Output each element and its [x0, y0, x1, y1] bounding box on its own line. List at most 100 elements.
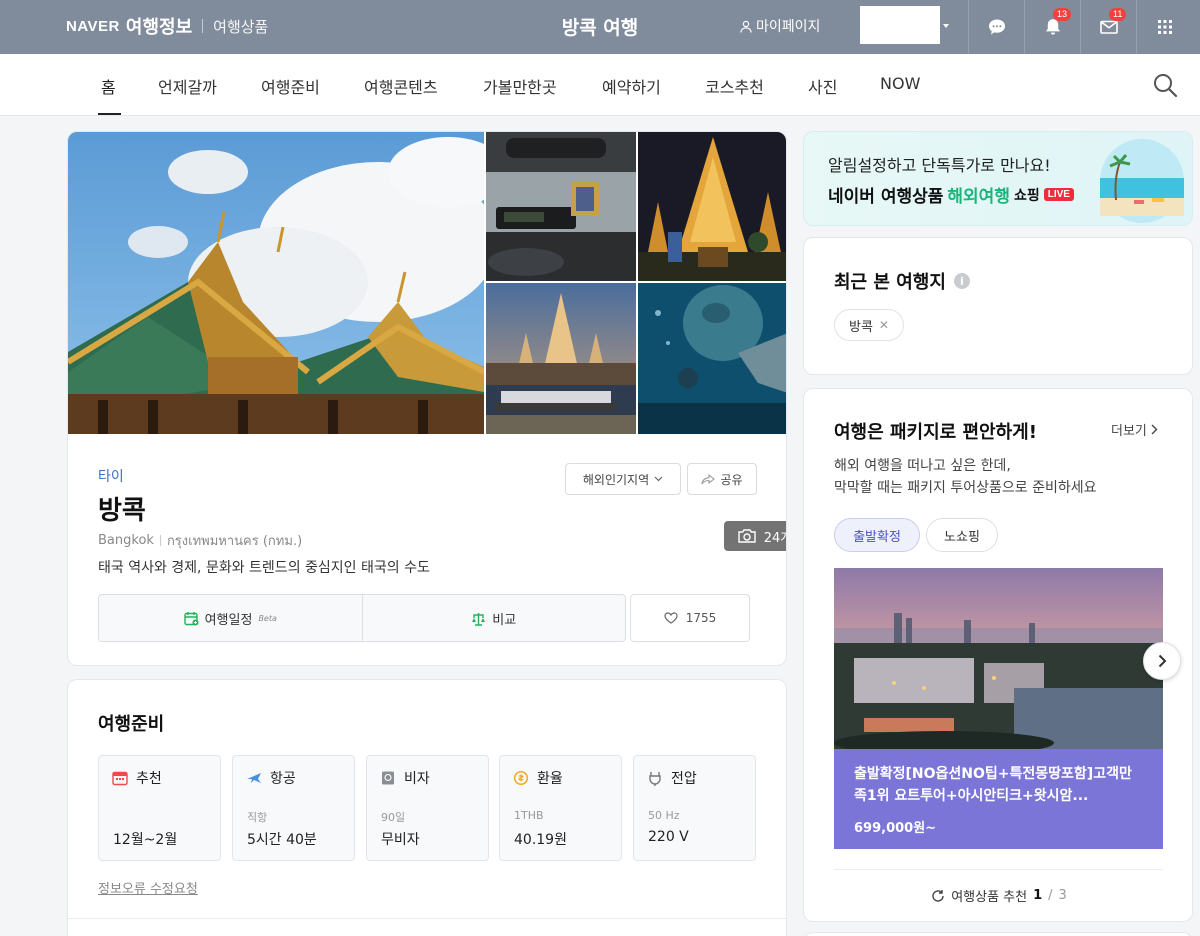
- info-box-sub: 50 Hz: [648, 809, 680, 822]
- active-tab-indicator: [98, 113, 121, 115]
- banner-suffix: 쇼핑: [1013, 187, 1040, 204]
- page-title: 방콕 여행: [561, 17, 639, 39]
- account-box[interactable]: [860, 6, 940, 44]
- apps-grid-icon: [1157, 20, 1172, 34]
- info-box-title: 환율: [537, 771, 563, 787]
- refresh-icon: [932, 889, 944, 902]
- divider: [68, 918, 786, 919]
- compare-button[interactable]: 비교: [361, 595, 626, 641]
- naver-logo[interactable]: NAVER: [66, 18, 120, 35]
- photo-taxi[interactable]: [486, 132, 636, 281]
- region-label: 해외인기지역: [582, 472, 650, 487]
- travel-products-link[interactable]: 여행상품: [213, 16, 268, 37]
- like-button[interactable]: 1755: [630, 594, 750, 642]
- info-box-sub: 90일: [381, 811, 406, 824]
- share-button[interactable]: 공유: [687, 463, 757, 495]
- pager-current: 1: [1033, 888, 1043, 903]
- package-photo[interactable]: [834, 568, 1163, 749]
- search-icon[interactable]: [1152, 72, 1178, 98]
- close-icon[interactable]: ✕: [879, 318, 889, 332]
- mypage-link[interactable]: 마이페이지: [740, 16, 820, 36]
- passport-icon: [382, 771, 394, 785]
- info-box-title: 전압: [671, 771, 697, 787]
- shopping-live-banner[interactable]: 알림설정하고 단독특가로 만나요! 네이버 여행상품 해외여행 쇼핑 LIVE: [803, 131, 1193, 226]
- info-box-voltage[interactable]: 전압 50 Hz 220 V: [633, 755, 756, 861]
- photo-aquarium[interactable]: [638, 283, 786, 434]
- package-name: 출발확정[NO옵션NO팁+특전몽땅포함]고객만족1위 요트투어+아시안티크+왓시…: [854, 766, 1132, 804]
- share-icon: [701, 473, 716, 484]
- tab-courses[interactable]: 코스추천: [705, 74, 764, 98]
- prep-title: 여행준비: [98, 714, 165, 735]
- package-desc-line1: 해외 여행을 떠나고 싶은 한데,: [834, 458, 1011, 474]
- view-all-photos-button[interactable]: 24개 전체: [724, 521, 786, 551]
- banner-prefix: 네이버 여행상품: [828, 187, 944, 207]
- report-error-link[interactable]: 정보오류 수정요청: [98, 878, 198, 897]
- tab-photos[interactable]: 사진: [808, 74, 837, 98]
- mail-button[interactable]: 11: [1080, 0, 1136, 54]
- divider: [159, 535, 161, 546]
- photo-count-label: 24개 전체: [763, 530, 786, 546]
- brand[interactable]: NAVER 여행정보 여행상품: [66, 13, 268, 39]
- recommend-pager[interactable]: 여행상품 추천 1 / 3: [804, 886, 1192, 905]
- tab-contents[interactable]: 여행콘텐츠: [364, 74, 438, 98]
- action-row: 여행일정 Beta 비교: [98, 594, 626, 642]
- schedule-label: 여행일정: [204, 612, 253, 628]
- package-info[interactable]: 출발확정[NO옵션NO팁+특전몽땅포함]고객만족1위 요트투어+아시안티크+왓시…: [834, 749, 1163, 849]
- chip-confirmed-departure[interactable]: 출발확정: [834, 518, 920, 552]
- chip-label: 출발확정: [853, 529, 901, 545]
- info-box-season[interactable]: 추천 12월~2월: [98, 755, 221, 861]
- apps-button[interactable]: [1136, 0, 1192, 54]
- brand-divider: [202, 19, 204, 33]
- chevron-right-icon: [1158, 654, 1166, 668]
- live-badge: LIVE: [1043, 188, 1074, 201]
- exchange-icon: [513, 770, 529, 786]
- info-box-value: 220 V: [648, 829, 689, 845]
- city-local: กรุงเทพมหานคร (กทม.): [166, 534, 303, 549]
- recent-title: 최근 본 여행지: [834, 272, 946, 293]
- tab-home[interactable]: 홈: [101, 74, 116, 98]
- main-photo-temple[interactable]: [68, 132, 484, 434]
- banner-line2: 네이버 여행상품 해외여행 쇼핑 LIVE: [828, 182, 1074, 207]
- tab-booking[interactable]: 예약하기: [602, 74, 661, 98]
- mypage-label: 마이페이지: [756, 19, 821, 35]
- info-box-exchange[interactable]: 환율 1THB 40.19원: [499, 755, 622, 861]
- photo-wat-arun[interactable]: [486, 283, 636, 434]
- chevron-down-icon[interactable]: [943, 24, 949, 28]
- photo-temple-night[interactable]: [638, 132, 786, 281]
- like-count: 1755: [685, 611, 717, 625]
- notification-button[interactable]: 13: [1024, 0, 1080, 54]
- chevron-right-icon: [1151, 424, 1158, 435]
- brand-title[interactable]: 여행정보: [126, 13, 192, 39]
- info-box-value: 12월~2월: [113, 832, 178, 848]
- info-box-visa[interactable]: 비자 90일 무비자: [366, 755, 489, 861]
- info-box-head: 전압: [647, 768, 697, 788]
- tab-prep[interactable]: 여행준비: [261, 74, 320, 98]
- banner-line1: 알림설정하고 단독특가로 만나요!: [828, 156, 1051, 175]
- info-icon[interactable]: i: [953, 273, 970, 289]
- tab-when-to-go[interactable]: 언제갈까: [158, 74, 217, 98]
- info-box-flight[interactable]: 항공 직항 5시간 40분: [232, 755, 355, 861]
- package-price: 699,000원~: [854, 821, 937, 836]
- package-desc-line2: 막막할 때는 패키지 투어상품으로 준비하세요: [834, 480, 1097, 496]
- country-link[interactable]: 타이: [98, 466, 124, 486]
- tab-now[interactable]: NOW: [880, 74, 920, 93]
- plug-icon: [649, 772, 661, 786]
- next-card-edge: [803, 932, 1193, 936]
- chip-no-shopping[interactable]: 노쇼핑: [926, 518, 998, 552]
- pager-label: 여행상품 추천: [951, 890, 1028, 905]
- carousel-next-button[interactable]: [1143, 642, 1181, 680]
- chat-button[interactable]: [968, 0, 1024, 54]
- info-box-value: 40.19원: [514, 832, 567, 848]
- recent-tag[interactable]: 방콕 ✕: [834, 309, 904, 341]
- city-english: Bangkok: [98, 533, 154, 548]
- top-bar: NAVER 여행정보 여행상품 방콕 여행 마이페이지 13 11: [0, 0, 1200, 54]
- more-link[interactable]: 더보기: [1111, 420, 1158, 439]
- beach-illustration: [1100, 139, 1184, 223]
- info-box-head: 비자: [380, 768, 430, 788]
- banner-highlight: 해외여행: [947, 187, 1010, 207]
- schedule-button[interactable]: 여행일정 Beta: [99, 595, 362, 641]
- tab-attractions[interactable]: 가볼만한곳: [483, 74, 557, 98]
- user-icon: [740, 20, 752, 33]
- popular-region-dropdown[interactable]: 해외인기지역: [565, 463, 681, 495]
- recent-tag-label: 방콕: [849, 319, 873, 335]
